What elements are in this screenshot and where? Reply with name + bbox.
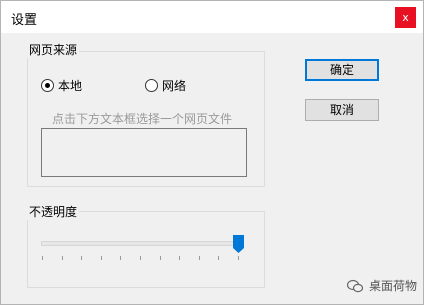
slider-tick — [238, 256, 239, 260]
slider-tick — [160, 256, 161, 260]
slider-tick — [199, 256, 200, 260]
radio-local[interactable]: 本地 — [41, 77, 82, 94]
ok-button[interactable]: 确定 — [305, 59, 379, 81]
radio-local-label: 本地 — [58, 79, 83, 93]
file-hint: 点击下方文本框选择一个网页文件 — [52, 112, 233, 126]
slider-tick — [140, 256, 141, 260]
radio-network[interactable]: 网络 — [145, 77, 186, 94]
title-bar: 设置 x — [1, 1, 423, 33]
opacity-slider-track[interactable] — [41, 241, 241, 246]
radio-local-indicator[interactable] — [41, 79, 54, 92]
opacity-group-label: 不透明度 — [27, 203, 80, 220]
slider-tick — [101, 256, 102, 260]
close-button[interactable]: x — [395, 7, 416, 28]
opacity-slider-thumb[interactable] — [233, 235, 244, 253]
cancel-button[interactable]: 取消 — [305, 99, 379, 121]
slider-tick — [42, 256, 43, 260]
slider-tick — [81, 256, 82, 260]
radio-network-indicator[interactable] — [145, 79, 158, 92]
slider-tick — [62, 256, 63, 260]
window-title: 设置 — [11, 13, 38, 28]
settings-dialog: 设置 x 网页来源 本地 网络 点击下方文本框选择一个网页文件 不透明度 确定 … — [0, 0, 424, 305]
close-icon: x — [402, 11, 409, 24]
file-path-box[interactable] — [41, 128, 247, 177]
watermark: 桌面荷物 — [347, 277, 417, 294]
slider-tick — [179, 256, 180, 260]
slider-tick — [218, 256, 219, 260]
source-group-label: 网页来源 — [27, 41, 80, 58]
wechat-icon — [347, 279, 363, 292]
slider-tick — [120, 256, 121, 260]
opacity-group — [27, 211, 265, 288]
radio-network-label: 网络 — [162, 79, 187, 93]
watermark-text: 桌面荷物 — [369, 279, 418, 293]
